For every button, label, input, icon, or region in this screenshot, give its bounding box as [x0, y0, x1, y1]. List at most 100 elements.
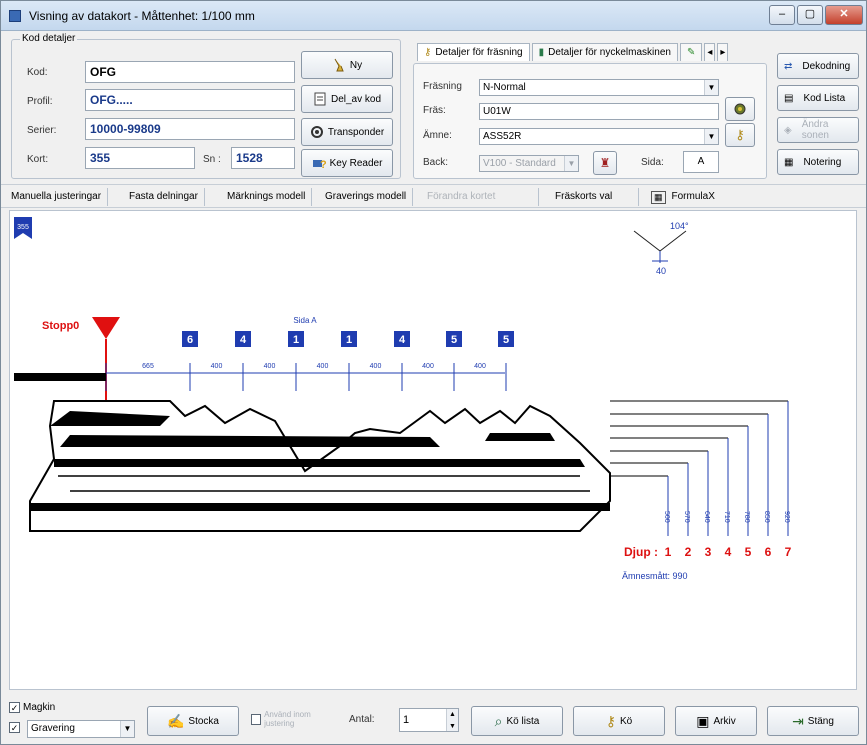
- depth-value-label: 780: [743, 511, 750, 523]
- cut-code-row: 6 4 1 1 4 5 5: [182, 331, 514, 347]
- change-icon: ◈: [784, 124, 792, 136]
- key-reader-label: Key Reader: [329, 157, 383, 169]
- close-button[interactable]: ✕: [825, 5, 863, 25]
- del-av-kod-button[interactable]: Del_av kod: [301, 85, 393, 113]
- depth-number-label: 1: [665, 545, 672, 559]
- key-reader-button[interactable]: ? Key Reader: [301, 149, 393, 177]
- manuella-justeringar-button[interactable]: Manuella justeringar: [5, 188, 109, 206]
- mode-bar: Manuella justeringar Fasta delningar Mär…: [1, 184, 866, 208]
- antal-label: Antal:: [349, 714, 375, 725]
- gravering-checkbox[interactable]: ✓: [9, 722, 20, 733]
- tab-pen[interactable]: ✎: [679, 43, 703, 61]
- transponder-button[interactable]: Transponder: [301, 118, 393, 146]
- markings-modell-button[interactable]: Märknings modell: [221, 188, 313, 206]
- antal-value: 1: [403, 714, 410, 726]
- fraskorts-val-button[interactable]: Fräskorts val: [549, 188, 639, 206]
- kod-field[interactable]: OFG: [85, 61, 295, 83]
- kod-lista-button[interactable]: ▤ Kod Lista: [777, 85, 859, 111]
- dekodning-button[interactable]: ⇄ Dekodning: [777, 53, 859, 79]
- maximize-button[interactable]: ▢: [797, 5, 823, 25]
- chevron-down-icon: ▼: [120, 721, 134, 737]
- chevron-down-icon: ▼: [564, 156, 578, 171]
- graverings-modell-button[interactable]: Graverings modell: [319, 188, 414, 206]
- kort-field[interactable]: 355: [85, 147, 195, 169]
- cut-code-label: 5: [503, 334, 509, 346]
- stocka-button[interactable]: ✍ Stocka: [147, 706, 239, 736]
- arrow-left-icon: ◂: [707, 47, 713, 58]
- sida-field[interactable]: A: [683, 151, 719, 173]
- formulax-label: FormulaX: [671, 191, 715, 202]
- cut-code-label: 5: [451, 334, 457, 346]
- tab-fraesning[interactable]: ⚷ Detaljer för fräsning: [417, 43, 530, 61]
- spacing-value-label: 400: [370, 363, 382, 370]
- key-icon: ⚷: [424, 47, 432, 58]
- anvand-checkbox: Använd inom justering: [251, 710, 335, 728]
- formulax-button[interactable]: ▦ FormulaX: [645, 188, 721, 206]
- list-icon: ▤: [784, 92, 794, 104]
- fras-field[interactable]: U01W: [479, 103, 719, 120]
- machine-icon: ▮: [538, 47, 545, 58]
- formula-icon: ▦: [651, 190, 666, 204]
- ny-label: Ny: [349, 59, 363, 71]
- tab-scroll-right[interactable]: ▸: [717, 43, 729, 61]
- magkin-check[interactable]: ✓: [9, 702, 20, 713]
- stocka-label: Stocka: [188, 715, 219, 727]
- gravering-select[interactable]: Gravering ▼: [27, 720, 135, 738]
- spacing-marks: 665 400 400 400 400 400 400: [105, 363, 507, 391]
- spacing-value-label: 400: [317, 363, 329, 370]
- depth-value-label: 640: [703, 511, 710, 523]
- spinner-arrows-icon[interactable]: ▲ ▼: [446, 709, 458, 731]
- pencil-icon: ✎: [686, 47, 696, 58]
- kod-detaljer-label: Kod detaljer: [20, 33, 78, 44]
- tab-nyckelmaskinen[interactable]: ▮ Detaljer för nyckelmaskinen: [531, 43, 678, 61]
- depth-scale: 500 1 570 2 640 3 710 4 780 5 850 6 920 7: [610, 400, 792, 559]
- stop-marker: [92, 317, 120, 339]
- stang-button[interactable]: ⇥ Stäng: [767, 706, 859, 736]
- sn-field[interactable]: 1528: [231, 147, 295, 169]
- ko-lista-button[interactable]: ⌕ Kö lista: [471, 706, 563, 736]
- note-icon: ▦: [784, 156, 794, 168]
- fraesning-select[interactable]: N-Normal ▼: [479, 79, 719, 96]
- queue-key-icon: ⚷: [605, 712, 617, 729]
- angle-label: 104°: [670, 221, 689, 231]
- forandra-kortet-button: Förandra kortet: [421, 188, 539, 206]
- antal-spinner[interactable]: 1 ▲ ▼: [399, 708, 459, 732]
- serier-field[interactable]: 10000-99809: [85, 118, 295, 140]
- angle-width-label: 40: [656, 266, 666, 276]
- notering-button[interactable]: ▦ Notering: [777, 149, 859, 175]
- transponder-label: Transponder: [327, 126, 385, 138]
- cutter-angle-glyph: [633, 230, 687, 263]
- clamp-button[interactable]: ♜: [593, 151, 617, 175]
- aemne-select[interactable]: ASS52R ▼: [479, 128, 719, 145]
- ny-button[interactable]: Ny: [301, 51, 393, 79]
- profil-label: Profil:: [27, 96, 53, 107]
- card-badge: 355: [14, 217, 32, 239]
- archive-icon: ▣: [696, 712, 710, 729]
- sn-label: Sn :: [203, 154, 221, 165]
- cut-code-label: 4: [240, 334, 247, 346]
- cutter-button[interactable]: [725, 97, 755, 121]
- gravering-check[interactable]: ✓: [9, 722, 20, 733]
- tab-fraesning-label: Detaljer för fräsning: [435, 47, 523, 58]
- profil-field[interactable]: OFG.....: [85, 89, 295, 111]
- ko-button[interactable]: ⚷ Kö: [573, 706, 665, 736]
- chevron-down-icon: ▼: [704, 80, 718, 95]
- magnifier-icon: ⌕: [494, 712, 503, 729]
- clamp-icon: ♜: [599, 156, 611, 170]
- key-drawing-canvas: 355 104° 40 Stopp0 Sida A 6411455 665 400…: [9, 210, 857, 690]
- spacing-value-label: 665: [142, 363, 154, 370]
- key-drawing: 355 104° 40 Stopp0 Sida A 6411455 665 400…: [14, 217, 792, 581]
- fras-label: Fräs:: [423, 105, 446, 116]
- minimize-button[interactable]: –: [769, 5, 795, 25]
- spacing-value-label: 400: [422, 363, 434, 370]
- fasta-delningar-button[interactable]: Fasta delningar: [123, 188, 205, 206]
- magkin-checkbox[interactable]: ✓ Magkin: [9, 702, 55, 713]
- app-icon: [9, 10, 21, 22]
- blank-button[interactable]: ⚷: [725, 123, 755, 147]
- kod-lista-label: Kod Lista: [803, 92, 846, 104]
- stop-label: Stopp0: [42, 320, 79, 332]
- arkiv-button[interactable]: ▣ Arkiv: [675, 706, 757, 736]
- tab-scroll-left[interactable]: ◂: [704, 43, 716, 61]
- annesmatt-label: Ämnesmått: 990: [622, 571, 688, 581]
- chevron-down-icon: ▼: [704, 129, 718, 144]
